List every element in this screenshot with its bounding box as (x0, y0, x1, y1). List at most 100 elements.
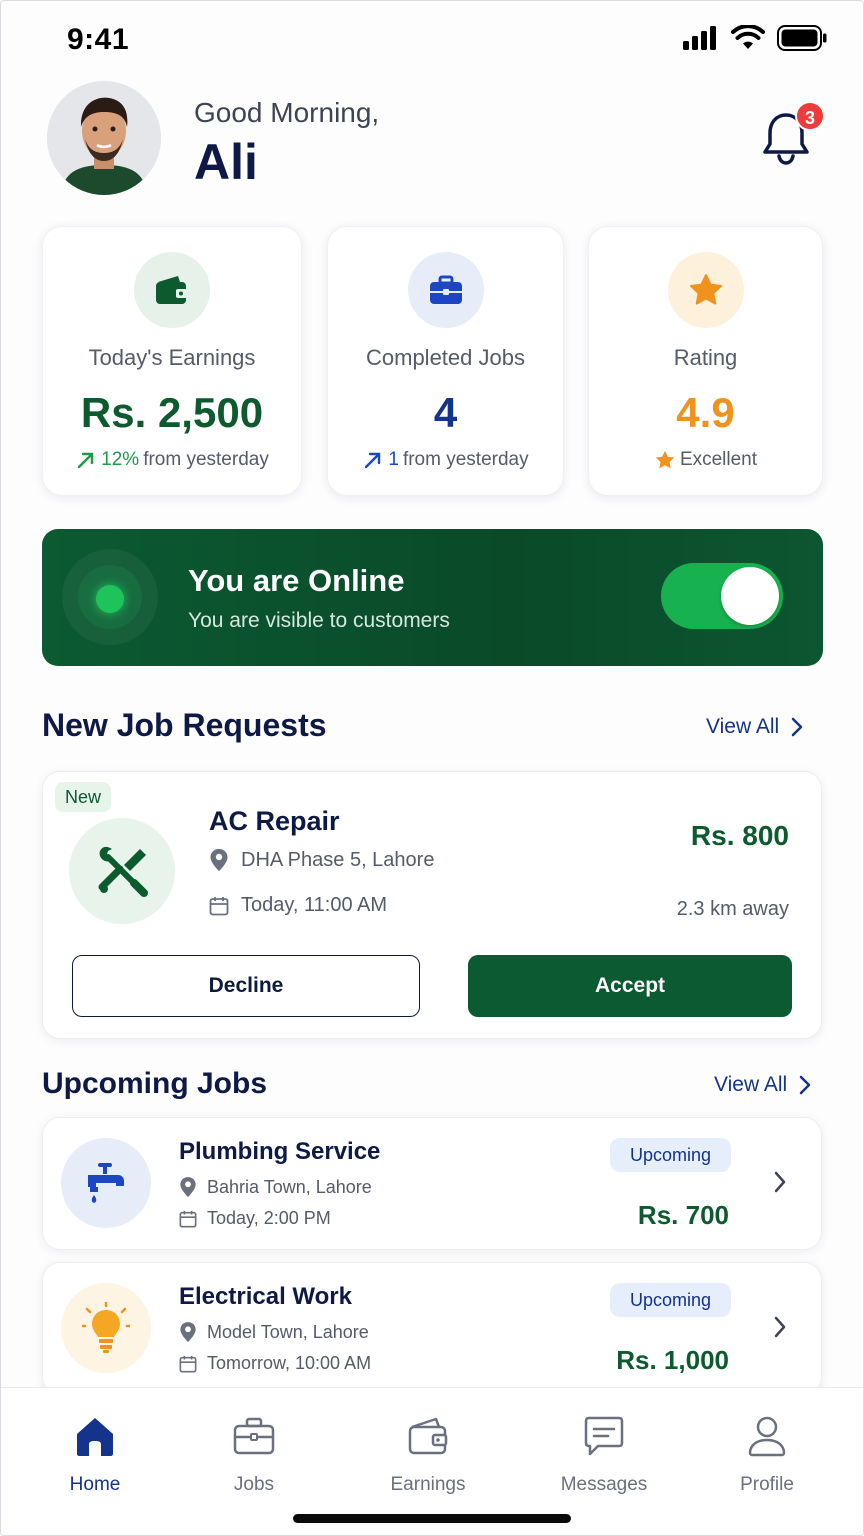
greeting-text: Good Morning, (194, 97, 380, 128)
job-location: DHA Phase 5, Lahore (209, 848, 434, 872)
battery-icon (777, 25, 827, 51)
job-request-card[interactable]: New AC Repair DHA Phase 5, Lahore Today,… (42, 771, 822, 1039)
stat-trend: 1 from yesterday (328, 449, 563, 471)
notification-badge: 3 (795, 101, 825, 131)
faucet-icon (88, 1163, 124, 1203)
view-all-label: View All (714, 1073, 788, 1096)
nav-earnings[interactable]: Earnings (368, 1412, 488, 1496)
job-icon (69, 818, 175, 924)
nav-label: Jobs (233, 1474, 275, 1495)
message-icon (544, 1412, 664, 1460)
online-subtitle: You are visible to customers (188, 609, 450, 632)
lightbulb-icon (82, 1302, 130, 1353)
nav-label: Earnings (390, 1474, 466, 1495)
avatar[interactable] (47, 81, 161, 195)
trend-value: 1 (388, 449, 399, 470)
wifi-icon (731, 25, 765, 49)
tools-icon (98, 846, 148, 897)
job-time-text: Today, 11:00 AM (241, 894, 388, 916)
location-pin-icon (180, 1177, 196, 1197)
toggle-knob (721, 567, 779, 625)
job-price: Rs. 800 (690, 820, 789, 851)
stat-value: 4.9 (676, 389, 735, 436)
rating-card[interactable]: Rating 4.9 Excellent (588, 226, 823, 496)
chevron-right-icon (799, 1075, 811, 1095)
upcoming-job-time: Tomorrow, 10:00 AM (179, 1353, 371, 1374)
calendar-icon (179, 1355, 197, 1372)
trend-text: from yesterday (402, 449, 529, 470)
stat-value: Rs. 2,500 (80, 389, 264, 436)
online-status-banner: You are Online You are visible to custom… (42, 529, 823, 666)
nav-label: Profile (740, 1474, 794, 1495)
stat-value: 4 (433, 389, 458, 436)
signal-icon (683, 26, 716, 50)
upcoming-job-title: Electrical Work (179, 1283, 352, 1310)
view-all-requests-link[interactable]: View All (706, 715, 803, 739)
new-requests-title: New Job Requests (42, 707, 327, 743)
online-title: You are Online (188, 563, 405, 598)
status-badge: Upcoming (610, 1138, 731, 1172)
status-bar: 9:41 (1, 1, 863, 79)
chevron-right-icon[interactable] (773, 1170, 787, 1194)
upcoming-job-card[interactable]: Plumbing Service Bahria Town, Lahore Tod… (42, 1117, 822, 1250)
location-text: Model Town, Lahore (207, 1321, 369, 1342)
job-title: AC Repair (209, 806, 340, 836)
briefcase-icon (194, 1412, 314, 1460)
location-pin-icon (180, 1322, 196, 1342)
upcoming-job-location: Bahria Town, Lahore (179, 1176, 372, 1198)
wallet-icon (134, 252, 210, 328)
star-icon (667, 252, 744, 328)
upcoming-jobs-title: Upcoming Jobs (42, 1067, 268, 1100)
job-location-text: DHA Phase 5, Lahore (241, 848, 435, 871)
view-all-label: View All (706, 715, 780, 738)
home-screen: 9:41 Good Morning, Ali 3 Today's Earning… (0, 0, 864, 1536)
stat-trend: Excellent (589, 449, 822, 471)
status-time: 9:41 (67, 23, 130, 56)
job-icon (61, 1138, 151, 1228)
stat-label: Completed Jobs (366, 345, 525, 370)
nav-profile[interactable]: Profile (707, 1412, 827, 1496)
online-toggle[interactable] (661, 563, 783, 629)
job-icon (61, 1283, 151, 1373)
stat-label: Rating (673, 345, 738, 370)
earnings-card[interactable]: Today's Earnings Rs. 2,500 12% from yest… (42, 226, 302, 496)
star-icon (655, 450, 675, 469)
time-text: Today, 2:00 PM (207, 1208, 331, 1228)
status-icons (683, 25, 827, 51)
online-dot-icon (96, 585, 124, 613)
trend-text: from yesterday (143, 449, 269, 470)
view-all-upcoming-link[interactable]: View All (714, 1073, 811, 1097)
calendar-icon (179, 1210, 197, 1227)
home-indicator (293, 1514, 571, 1523)
profile-photo (47, 81, 161, 195)
upcoming-job-price: Rs. 1,000 (616, 1345, 729, 1375)
upcoming-job-price: Rs. 700 (637, 1200, 729, 1230)
trend-up-icon (77, 452, 94, 469)
briefcase-icon (407, 252, 484, 328)
upcoming-job-time: Today, 2:00 PM (179, 1208, 331, 1229)
nav-messages[interactable]: Messages (544, 1412, 664, 1496)
nav-label: Messages (560, 1474, 648, 1495)
status-badge: Upcoming (610, 1283, 731, 1317)
nav-label: Home (69, 1474, 121, 1495)
wallet-icon (368, 1412, 488, 1460)
chevron-right-icon (791, 717, 803, 737)
location-pin-icon (210, 849, 228, 871)
stat-trend: 12% from yesterday (43, 449, 301, 471)
stat-label: Today's Earnings (88, 345, 256, 370)
upcoming-job-card[interactable]: Electrical Work Model Town, Lahore Tomor… (42, 1262, 822, 1395)
chevron-right-icon[interactable] (773, 1315, 787, 1339)
rating-text: Excellent (679, 449, 758, 470)
completed-jobs-card[interactable]: Completed Jobs 4 1 from yesterday (327, 226, 564, 496)
nav-home[interactable]: Home (35, 1412, 155, 1496)
decline-button[interactable]: Decline (72, 955, 420, 1017)
job-time: Today, 11:00 AM (209, 894, 387, 917)
nav-jobs[interactable]: Jobs (194, 1412, 314, 1496)
trend-up-icon (365, 452, 381, 469)
home-icon (35, 1412, 155, 1460)
time-text: Tomorrow, 10:00 AM (207, 1353, 372, 1373)
accept-button[interactable]: Accept (468, 955, 792, 1017)
user-icon (707, 1412, 827, 1460)
location-text: Bahria Town, Lahore (207, 1176, 372, 1197)
job-distance: 2.3 km away (676, 898, 789, 920)
